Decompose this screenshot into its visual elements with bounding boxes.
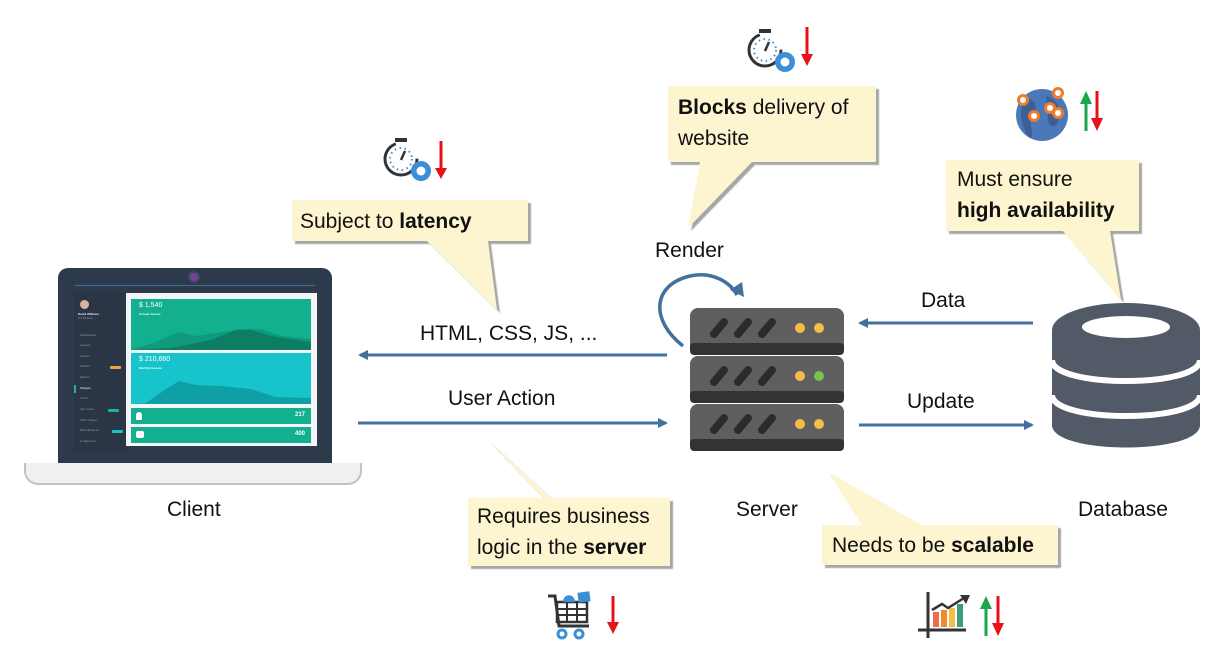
client-label: Client	[167, 498, 221, 521]
sidebar-item[interactable]: Mailbox	[80, 364, 90, 372]
active-indicator	[74, 385, 76, 393]
callout-blocks: Blocks delivery of website	[678, 92, 848, 154]
shopping-cart-icon	[548, 591, 591, 640]
callout-text: website	[678, 127, 750, 150]
database-label: Database	[1078, 498, 1168, 521]
card-title: Monthly Income	[139, 366, 162, 370]
trend-down-arrow-icon	[607, 596, 619, 634]
sidebar-item[interactable]: UI Elements	[80, 439, 96, 447]
callout-latency: Subject to latency	[300, 206, 472, 237]
callout-text: Subject to	[300, 210, 400, 233]
callout-emphasis: Blocks	[678, 96, 747, 119]
card-title: Annual Income	[139, 312, 161, 316]
callout-text: Requires business	[477, 505, 650, 528]
laptop-divider	[75, 285, 315, 286]
annual-income-card: $ 1,540 Annual Income	[131, 299, 311, 350]
callout-emphasis: high availability	[957, 199, 1115, 222]
sidebar-item[interactable]: Graphs	[80, 354, 90, 362]
user-icon	[136, 412, 142, 420]
callout-business: Requires business logic in the server	[477, 501, 650, 563]
callout-emphasis: scalable	[951, 534, 1034, 557]
edge-label-client-to-server: User Action	[448, 387, 556, 410]
sidebar-item[interactable]: Forms	[80, 396, 89, 404]
callout-text: delivery of	[746, 96, 849, 119]
callout-emphasis: latency	[399, 210, 472, 233]
stat-card: 217	[131, 408, 311, 424]
edge-label-database-to-server: Data	[921, 289, 966, 312]
edge-label-server-to-client: HTML, CSS, JS, ...	[420, 322, 598, 345]
server-rack-icon	[690, 308, 844, 451]
sidebar-item[interactable]: Other Pages	[80, 418, 97, 426]
thumbs-up-icon	[136, 431, 144, 438]
trend-up-down-arrows-icon	[1080, 91, 1103, 131]
trend-down-arrow-icon	[801, 27, 813, 66]
callout-availability: Must ensure high availability	[957, 164, 1115, 226]
trend-down-arrow-icon	[435, 141, 447, 179]
monthly-income-card: $ 210,660 Monthly Income	[131, 353, 311, 404]
stat-value: 217	[294, 412, 305, 418]
trend-up-down-arrows-icon	[980, 596, 1004, 636]
sidebar-item-active[interactable]: Widgets	[80, 386, 91, 394]
sidebar-badge	[112, 430, 123, 433]
sidebar-badge	[108, 409, 119, 412]
avatar	[80, 300, 89, 309]
edge-label-render: Render	[655, 239, 724, 262]
sidebar-badge	[110, 366, 121, 369]
sidebar-item[interactable]: Layouts	[80, 343, 91, 351]
callout-text: Must ensure	[957, 168, 1073, 191]
sidebar-item[interactable]: App Views	[80, 407, 94, 415]
callout-text: Needs to be	[832, 534, 952, 557]
stopwatch-gear-icon	[747, 29, 795, 72]
database-icon	[1049, 303, 1203, 448]
laptop-base	[24, 463, 362, 485]
laptop-camera	[190, 273, 198, 281]
server-label: Server	[736, 498, 798, 521]
globe-pins-icon	[1016, 87, 1068, 141]
callout-text: logic in the	[477, 536, 584, 559]
card-value: $ 1,540	[139, 302, 163, 309]
stopwatch-gear-icon	[383, 138, 431, 181]
stat-value: 400	[294, 431, 305, 437]
sidebar-item[interactable]: Miscellaneous	[80, 428, 99, 436]
user-role: Art Director	[78, 316, 94, 320]
growth-chart-icon	[918, 592, 970, 638]
card-value: $ 210,660	[139, 356, 171, 363]
callout-emphasis: server	[583, 536, 647, 559]
edge-label-server-to-database: Update	[907, 390, 975, 413]
sidebar-item[interactable]: Dashboards	[80, 333, 96, 341]
stat-card: 400	[131, 427, 311, 443]
callout-scalable: Needs to be scalable	[832, 530, 1034, 561]
sidebar-item[interactable]: Metrics	[80, 375, 90, 383]
